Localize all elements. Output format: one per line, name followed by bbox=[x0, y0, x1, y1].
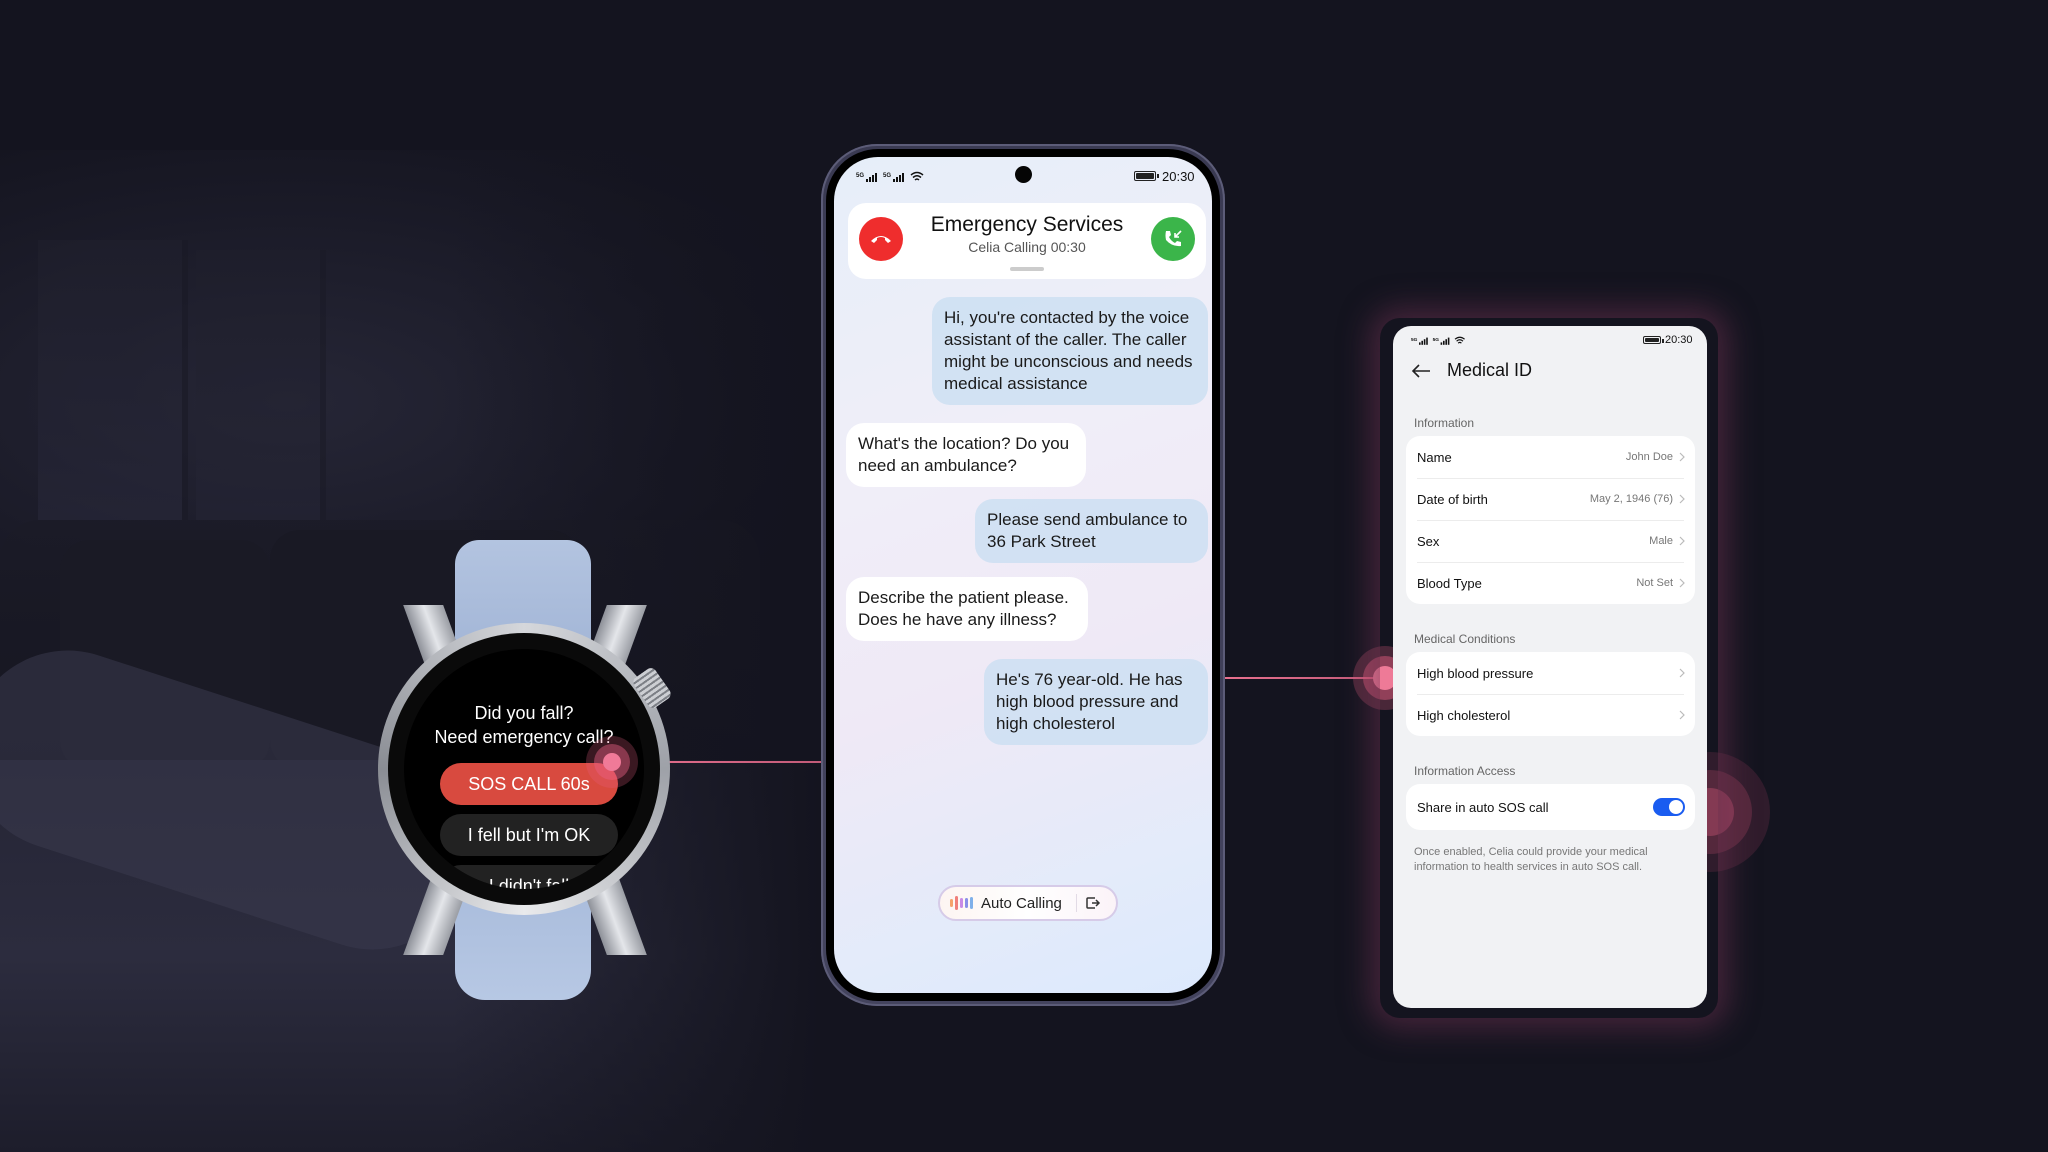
front-camera bbox=[1015, 166, 1032, 183]
signal-icon: 5G bbox=[1433, 337, 1450, 345]
medical-id-screen: 5G 5G 20:30 Medical ID Information Name … bbox=[1393, 326, 1707, 1008]
row-value: May 2, 1946 (76) bbox=[1589, 493, 1673, 505]
battery-icon bbox=[1134, 171, 1159, 181]
back-arrow-icon[interactable] bbox=[1411, 363, 1431, 379]
row-sex[interactable]: Sex Male bbox=[1406, 520, 1695, 562]
row-condition[interactable]: High cholesterol bbox=[1406, 694, 1695, 736]
message-bubble-incoming: Describe the patient please. Does he hav… bbox=[846, 577, 1088, 641]
exit-icon[interactable] bbox=[1085, 895, 1101, 911]
drag-handle[interactable] bbox=[1010, 267, 1044, 271]
chevron-right-icon bbox=[1679, 452, 1685, 462]
section-label-access: Information Access bbox=[1414, 764, 1516, 778]
status-bar: 5G 5G 20:30 bbox=[1393, 326, 1707, 356]
share-sos-toggle[interactable] bbox=[1653, 798, 1685, 816]
answer-button[interactable] bbox=[1151, 217, 1195, 261]
call-card: Emergency Services Celia Calling 00:30 bbox=[848, 203, 1206, 279]
row-value: John Doe bbox=[1625, 451, 1673, 463]
phone-call-screen: 5G 5G 20:30 Emergency Services Celia Cal… bbox=[821, 144, 1225, 1006]
section-label-conditions: Medical Conditions bbox=[1414, 632, 1516, 646]
information-card: Name John Doe Date of birth May 2, 1946 … bbox=[1406, 436, 1695, 604]
pill-separator bbox=[1075, 894, 1077, 912]
conditions-card: High blood pressure High cholesterol bbox=[1406, 652, 1695, 736]
signal-icon: 5G bbox=[883, 173, 905, 182]
row-label: Date of birth bbox=[1417, 491, 1488, 507]
medical-id-header: Medical ID bbox=[1411, 360, 1532, 381]
row-label: Sex bbox=[1417, 533, 1440, 549]
page-title: Medical ID bbox=[1447, 360, 1533, 380]
battery-icon bbox=[1643, 336, 1664, 344]
row-label: High blood pressure bbox=[1417, 665, 1534, 681]
chevron-right-icon bbox=[1679, 494, 1685, 504]
message-bubble-outgoing: Hi, you're contacted by the voice assist… bbox=[932, 297, 1208, 405]
auto-calling-label: Auto Calling bbox=[981, 894, 1062, 912]
chevron-right-icon bbox=[1679, 578, 1685, 588]
phone-screen: 5G 5G 20:30 Emergency Services Celia Cal… bbox=[834, 157, 1212, 993]
chevron-right-icon bbox=[1679, 668, 1685, 678]
row-blood-type[interactable]: Blood Type Not Set bbox=[1406, 562, 1695, 604]
row-label: High cholesterol bbox=[1417, 707, 1511, 723]
row-name[interactable]: Name John Doe bbox=[1406, 436, 1695, 478]
auto-calling-pill[interactable]: Auto Calling bbox=[938, 885, 1118, 921]
status-time: 20:30 bbox=[1665, 334, 1693, 346]
row-condition[interactable]: High blood pressure bbox=[1406, 652, 1695, 694]
wifi-icon bbox=[910, 171, 924, 181]
didnt-fall-button[interactable]: I didn't fall bbox=[440, 865, 618, 889]
row-label: Share in auto SOS call bbox=[1417, 799, 1549, 815]
signal-indicators: 5G 5G bbox=[1411, 336, 1466, 345]
access-footnote: Once enabled, Celia could provide your m… bbox=[1414, 846, 1648, 873]
fell-but-ok-button[interactable]: I fell but I'm OK bbox=[440, 814, 618, 856]
signal-icon: 5G bbox=[856, 173, 878, 182]
row-value: Male bbox=[1649, 535, 1673, 547]
row-label: Name bbox=[1417, 449, 1452, 465]
message-bubble-outgoing: Please send ambulance to 36 Park Street bbox=[975, 499, 1208, 563]
voice-wave-icon bbox=[950, 896, 973, 910]
row-date-of-birth[interactable]: Date of birth May 2, 1946 (76) bbox=[1406, 478, 1695, 520]
fall-question: Did you fall? bbox=[474, 703, 574, 723]
wifi-icon bbox=[1454, 336, 1466, 344]
chevron-right-icon bbox=[1679, 710, 1685, 720]
signal-icon: 5G bbox=[1411, 337, 1428, 345]
signal-indicators: 5G 5G bbox=[856, 171, 924, 182]
access-card: Share in auto SOS call bbox=[1406, 784, 1695, 830]
phone-incoming-icon bbox=[1165, 230, 1182, 247]
status-bar: 5G 5G 20:30 bbox=[834, 157, 1212, 195]
row-label: Blood Type bbox=[1417, 575, 1482, 591]
message-bubble-outgoing: He's 76 year-old. He has high blood pres… bbox=[984, 659, 1208, 745]
message-bubble-incoming: What's the location? Do you need an ambu… bbox=[846, 423, 1086, 487]
row-share-sos: Share in auto SOS call bbox=[1406, 784, 1695, 830]
status-time: 20:30 bbox=[1162, 169, 1195, 184]
chevron-right-icon bbox=[1679, 536, 1685, 546]
section-label-information: Information bbox=[1414, 416, 1475, 430]
row-value: Not Set bbox=[1636, 577, 1673, 589]
